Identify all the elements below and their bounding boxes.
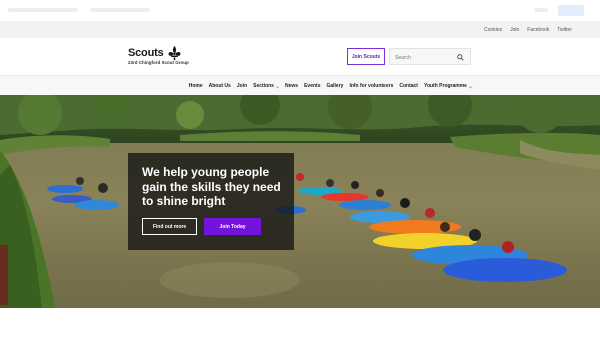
utility-link-facebook[interactable]: Facebook <box>527 27 549 33</box>
browser-strip <box>0 0 600 21</box>
join-scouts-button[interactable]: Join Scouts <box>347 48 385 65</box>
nav-item-about-us[interactable]: About Us <box>209 83 231 89</box>
nav-label: Youth Programme <box>423 83 467 89</box>
nav-item-info-for-volunteers[interactable]: Info for volunteers <box>349 83 393 89</box>
utility-bar: Cookies Join Facebook Twitter <box>0 21 600 38</box>
utility-link-twitter[interactable]: Twitter <box>557 27 572 33</box>
utility-link-cookies[interactable]: Cookies <box>484 27 502 33</box>
nav-item-contact[interactable]: Contact <box>399 83 418 89</box>
nav-item-home[interactable]: Home <box>189 83 203 89</box>
nav-item-events[interactable]: Events <box>304 83 320 89</box>
page-content-below-fold <box>0 308 600 338</box>
hero-banner: We help young people gain the skills the… <box>0 95 600 308</box>
nav-item-join[interactable]: Join <box>237 83 247 89</box>
site-header: Scouts 23rd Chingford Scout Group Join S… <box>0 38 600 75</box>
nav-label: News <box>285 83 299 89</box>
utility-links: Cookies Join Facebook Twitter <box>484 21 572 38</box>
find-out-more-button[interactable]: Find out more <box>142 218 197 235</box>
blurred-tab <box>90 8 150 12</box>
nav-label: Sections <box>253 83 274 89</box>
search-input[interactable] <box>395 53 457 62</box>
nav-label: Gallery <box>326 83 344 89</box>
nav-items: Home About Us Join Sections ⌵ News Events… <box>189 76 472 96</box>
chevron-down-icon: ⌵ <box>468 83 472 89</box>
hero-overlay-card: We help young people gain the skills the… <box>128 153 294 250</box>
nav-item-youth-programme[interactable]: Youth Programme ⌵ <box>424 83 472 89</box>
join-today-button[interactable]: Join Today <box>204 218 261 235</box>
utility-link-join[interactable]: Join <box>510 27 519 33</box>
nav-label: Home <box>188 83 203 89</box>
blurred-tab <box>8 8 78 12</box>
blurred-button <box>558 5 584 16</box>
hero-heading: We help young people gain the skills the… <box>142 165 281 208</box>
main-nav: Home About Us Join Sections ⌵ News Events… <box>0 75 600 95</box>
nav-label: Info for volunteers <box>349 83 394 89</box>
nav-label: About Us <box>208 83 231 89</box>
nav-label: Join <box>236 83 248 89</box>
nav-item-gallery[interactable]: Gallery <box>326 83 343 89</box>
blurred-control <box>534 8 548 12</box>
nav-label: Contact <box>399 83 418 89</box>
hero-photo <box>0 95 600 308</box>
fleur-de-lis-icon <box>168 45 181 61</box>
search-icon[interactable] <box>457 54 464 61</box>
nav-label: Events <box>304 83 321 89</box>
nav-item-sections[interactable]: Sections ⌵ <box>253 83 279 89</box>
nav-item-news[interactable]: News <box>285 83 298 89</box>
search-box <box>389 48 471 65</box>
chevron-down-icon: ⌵ <box>275 83 280 89</box>
